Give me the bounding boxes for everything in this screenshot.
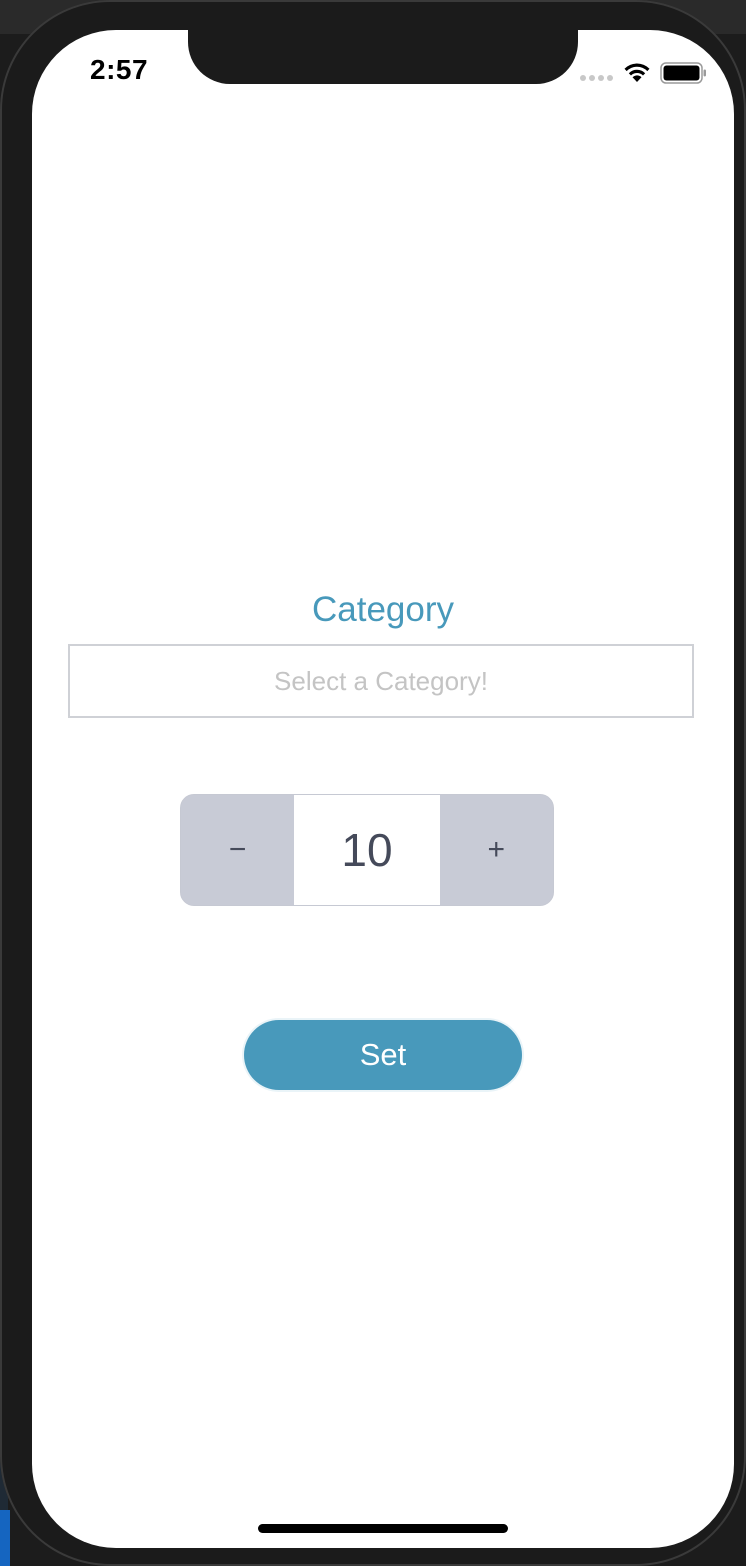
- home-indicator[interactable]: [258, 1524, 508, 1533]
- wifi-icon: [624, 63, 650, 82]
- battery-icon: [660, 62, 706, 84]
- status-time: 2:57: [90, 54, 149, 85]
- device-frame: 2:57 Category Select a Category! − 10 + …: [0, 0, 746, 1566]
- cellular-signal-icon: [580, 75, 613, 81]
- increment-button[interactable]: +: [439, 795, 553, 905]
- desktop-dock-edge: [0, 1510, 10, 1566]
- phone-screen: 2:57 Category Select a Category! − 10 + …: [32, 30, 734, 1548]
- category-select-field[interactable]: Select a Category!: [68, 644, 694, 718]
- stepper-value[interactable]: 10: [294, 795, 440, 905]
- quantity-stepper: − 10 +: [180, 794, 554, 906]
- device-notch: [188, 30, 578, 84]
- category-label: Category: [311, 590, 455, 629]
- category-placeholder: Select a Category!: [274, 665, 488, 696]
- decrement-button[interactable]: −: [181, 795, 295, 905]
- set-button[interactable]: Set: [244, 1020, 522, 1090]
